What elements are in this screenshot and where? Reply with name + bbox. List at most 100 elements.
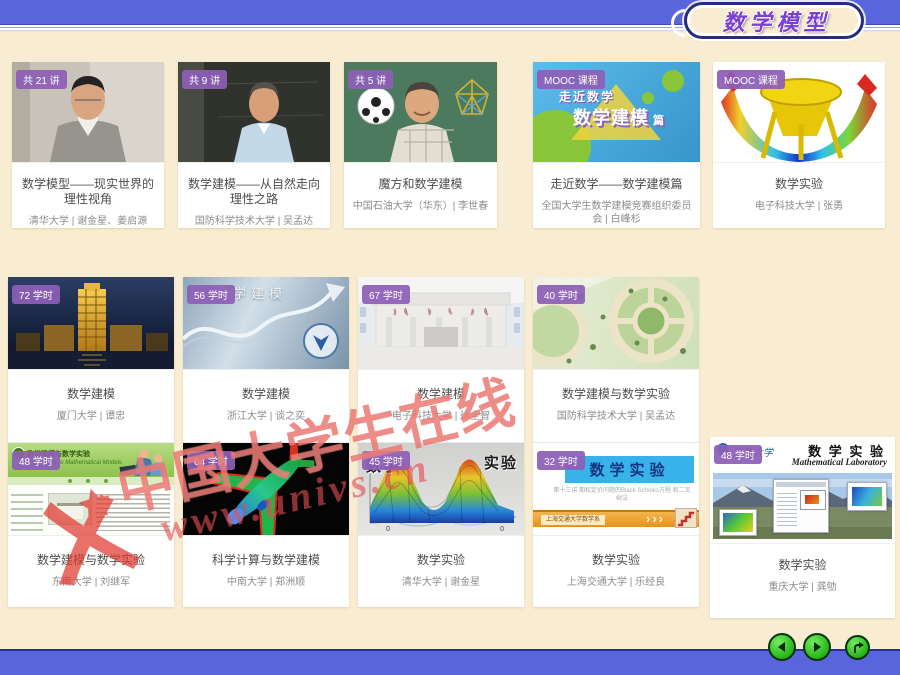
- course-title: 数学实验: [710, 544, 895, 573]
- course-title: 数学建模与数学实验: [533, 370, 699, 402]
- page-title-text: 数学模型: [717, 5, 830, 37]
- mooc-badge: MOOC 课程: [537, 70, 605, 89]
- thumb-text: 数学实验: [589, 459, 669, 480]
- hours-badge: 45 学时: [362, 451, 410, 470]
- course-column: 40 学时 数学建模与数学实验 国防科学技术大学 | 吴孟达 数学实验 第十三讲…: [533, 277, 699, 607]
- hours-badge: 32 学时: [537, 451, 585, 470]
- hours-badge: 40 学时: [537, 285, 585, 304]
- course-card-uestc-model[interactable]: 67 学时 数学建模 电子科技大学 | 徐全智: [358, 277, 524, 443]
- thumb-text: 数学建模篇: [573, 104, 665, 130]
- course-card-sjtu[interactable]: 数学实验 第十三讲 期权定价问题的Black-Scholes方程 和二叉树法 上…: [533, 443, 699, 607]
- lecture-count-badge: 共 9 讲: [182, 70, 227, 89]
- matlab-window-art: [773, 479, 829, 533]
- axis-label: 0: [500, 526, 504, 533]
- nav-dot: [104, 479, 108, 483]
- course-university: 上海交通大学 | 乐经良: [533, 568, 699, 589]
- course-column: 72 学时 数学建模 厦门大学 | 谭忠 数学建模与数学实验 Welcome t…: [8, 277, 174, 607]
- plot-window-art: [847, 482, 887, 511]
- course-title: 魔方和数学建模: [344, 163, 497, 192]
- course-university: 国防科学技术大学 | 吴孟达: [178, 207, 330, 228]
- course-university: 东南大学 | 刘继军: [8, 568, 174, 589]
- course-thumbnail: 64 学时: [183, 443, 349, 536]
- mooc-badge: MOOC 课程: [717, 70, 785, 89]
- course-university: 中国石油大学（华东）| 李世春: [344, 192, 497, 213]
- nav-dot: [86, 479, 90, 483]
- surface-blob-art: [852, 487, 882, 506]
- nav-dot: [68, 479, 72, 483]
- course-title: 数学建模与数学实验: [8, 536, 174, 568]
- course-title: 数学建模——从自然走向理性之路: [178, 163, 330, 207]
- plot-window-art: [719, 509, 757, 536]
- course-title: 科学计算与数学建模: [183, 536, 349, 568]
- course-thumbnail: 共 9 讲: [178, 62, 330, 163]
- course-university: 国防科学技术大学 | 吴孟达: [533, 402, 699, 423]
- course-thumbnail: 72 学时: [8, 277, 174, 370]
- course-thumbnail: 走近数学 数学建模篇 MOOC 课程: [533, 62, 700, 163]
- lecture-count-badge: 共 21 讲: [16, 70, 67, 89]
- course-thumbnail: 数学实验 第十三讲 期权定价问题的Black-Scholes方程 和二叉树法 上…: [533, 443, 699, 536]
- course-university: 电子科技大学 | 徐全智: [358, 402, 524, 423]
- course-university: 清华大学 | 谢金星、姜启源: [12, 207, 164, 228]
- lecture-count-badge: 共 5 讲: [348, 70, 393, 89]
- course-card-tsinghua-model[interactable]: 共 21 讲 数学模型——现实世界的理性视角 清华大学 | 谢金星、姜启源: [12, 62, 164, 228]
- right-arrow-icon: [810, 640, 824, 654]
- course-university: 重庆大学 | 龚劬: [710, 573, 895, 594]
- course-thumbnail: 数学建模 56 学时: [183, 277, 349, 370]
- course-card-seu[interactable]: 数学建模与数学实验 Welcome to Mathematical Models: [8, 443, 174, 607]
- hours-badge: 48 学时: [12, 451, 60, 470]
- course-university: 清华大学 | 谢金星: [358, 568, 524, 589]
- sidebar-lines-art: [11, 489, 43, 533]
- thumb-text-main: 数学建模: [573, 108, 649, 128]
- course-university: 全国大学生数学建模竞赛组织委员会 | 白峰杉: [533, 192, 700, 226]
- plot-blob-art: [805, 495, 819, 504]
- paragraph-lines-art: [96, 491, 170, 531]
- return-arrow-icon: [851, 641, 865, 655]
- campus-photo-art: [48, 493, 92, 525]
- thumb-text-suffix: 篇: [653, 115, 665, 127]
- stairs-icon: [675, 508, 697, 528]
- course-university: 浙江大学 | 谈之奕: [183, 402, 349, 423]
- mini-plot-art: [800, 490, 826, 510]
- course-title: 数学建模: [8, 370, 174, 402]
- course-thumbnail: 数学建模与数学实验 Welcome to Mathematical Models: [8, 443, 174, 536]
- next-button[interactable]: [803, 633, 831, 661]
- surface-blob-art: [723, 513, 753, 532]
- course-title: 数学实验: [533, 536, 699, 568]
- course-card-cqu[interactable]: 重庆大学 数 学 实 验 Mathematical Laboratory: [710, 437, 895, 618]
- return-button[interactable]: [845, 635, 870, 660]
- course-card-zju[interactable]: 数学建模 56 学时 数学建模 浙江大学 | 谈之奕: [183, 277, 349, 443]
- prev-button[interactable]: [768, 633, 796, 661]
- webpage-body-art: [8, 485, 174, 535]
- course-card-rubik[interactable]: 共 5 讲 魔方和数学建模 中国石油大学（华东）| 李世春: [344, 62, 497, 228]
- window-titlebar-art: [776, 482, 826, 487]
- course-thumbnail: 67 学时: [358, 277, 524, 370]
- slide-caption: 第十三讲 期权定价问题的Black-Scholes方程 和二叉树法: [551, 487, 693, 503]
- thumb-text: Mathematical Laboratory: [792, 457, 887, 467]
- course-title: 数学建模: [358, 370, 524, 402]
- course-title: 数学实验: [713, 163, 885, 192]
- course-card-nudt-exp[interactable]: 40 学时 数学建模与数学实验 国防科学技术大学 | 吴孟达: [533, 277, 699, 443]
- course-thumbnail: MOOC 课程: [713, 62, 885, 163]
- course-thumbnail: 共 5 讲: [344, 62, 497, 163]
- course-card-nudt-model[interactable]: 共 9 讲 数学建模——从自然走向理性之路 国防科学技术大学 | 吴孟达: [178, 62, 330, 228]
- hours-badge: 48 学时: [714, 445, 762, 464]
- course-card-xmu[interactable]: 72 学时 数学建模 厦门大学 | 谭忠: [8, 277, 174, 443]
- building-art: [57, 503, 83, 519]
- left-arrow-icon: [775, 640, 789, 654]
- course-thumbnail: 数学 实验 0 0 45 学时: [358, 443, 524, 536]
- students-art: [114, 446, 170, 476]
- course-card-thu-exp[interactable]: 数学 实验 0 0 45 学时 数学实验 清华大学 | 谢金星: [358, 443, 524, 607]
- course-university: 中南大学 | 郑洲顺: [183, 568, 349, 589]
- course-column: 67 学时 数学建模 电子科技大学 | 徐全智: [358, 277, 524, 607]
- axis-label: 0: [386, 526, 390, 533]
- course-card-mooc-intro[interactable]: 走近数学 数学建模篇 MOOC 课程 走近数学——数学建模篇 全国大学生数学建模…: [533, 62, 700, 228]
- hours-badge: 64 学时: [187, 451, 235, 470]
- course-card-csu[interactable]: 64 学时 科学计算与数学建模 中南大学 | 郑洲顺: [183, 443, 349, 607]
- hours-badge: 56 学时: [187, 285, 235, 304]
- course-card-uestc-exp[interactable]: MOOC 课程 数学实验 电子科技大学 | 张勇: [713, 62, 885, 228]
- webpage-nav-art: [8, 477, 174, 485]
- course-column: 数学建模 56 学时 数学建模 浙江大学 | 谈之奕: [183, 277, 349, 607]
- code-lines-art: [777, 490, 797, 528]
- landscape-photo-art: [713, 473, 892, 539]
- course-title: 数学建模: [183, 370, 349, 402]
